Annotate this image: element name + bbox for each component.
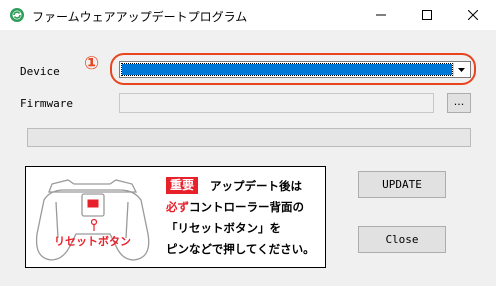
maximize-button[interactable] — [404, 0, 450, 30]
notice-line-3: 「リセットボタン」を — [166, 221, 281, 235]
device-label: Device — [20, 65, 60, 78]
browse-button[interactable]: ... — [447, 93, 471, 113]
chevron-down-icon — [458, 67, 465, 72]
dropdown-arrow-button[interactable] — [453, 63, 469, 76]
firmware-label: Firmware — [20, 97, 73, 110]
notice-line-2: 必ずコントローラー背面の — [166, 199, 304, 215]
app-icon — [10, 8, 24, 22]
window-title: ファームウェアアップデートプログラム — [32, 10, 248, 24]
important-badge: 重要 — [166, 177, 199, 194]
notice-line-2-rest: コントローラー背面の — [189, 200, 304, 214]
close-window-button[interactable] — [450, 0, 496, 30]
reset-button-marker — [90, 218, 98, 226]
notice-line-1: アップデート後は — [210, 179, 302, 193]
device-selected-value — [121, 63, 453, 76]
progress-bar — [27, 128, 471, 147]
minimize-icon — [376, 14, 386, 16]
reset-button-label: リセットボタン — [54, 235, 131, 248]
notice-emphasis: 必ず — [166, 200, 189, 214]
title-bar: ファームウェアアップデートプログラム — [0, 0, 496, 30]
update-button[interactable]: UPDATE — [358, 171, 446, 198]
step-marker: ① — [84, 53, 100, 74]
notice-line-4: ピンなどで押してください。 — [166, 242, 315, 256]
maximize-icon — [422, 10, 432, 20]
controller-back-illustration — [35, 179, 150, 261]
device-select[interactable] — [119, 61, 471, 78]
close-icon — [468, 10, 478, 20]
minimize-button[interactable] — [358, 0, 404, 30]
firmware-path-field[interactable] — [119, 93, 434, 113]
notice-panel: リセットボタン 重要 アップデート後は 必ずコントローラー背面の 「リセットボタ… — [25, 166, 326, 268]
close-button[interactable]: Close — [358, 226, 446, 253]
